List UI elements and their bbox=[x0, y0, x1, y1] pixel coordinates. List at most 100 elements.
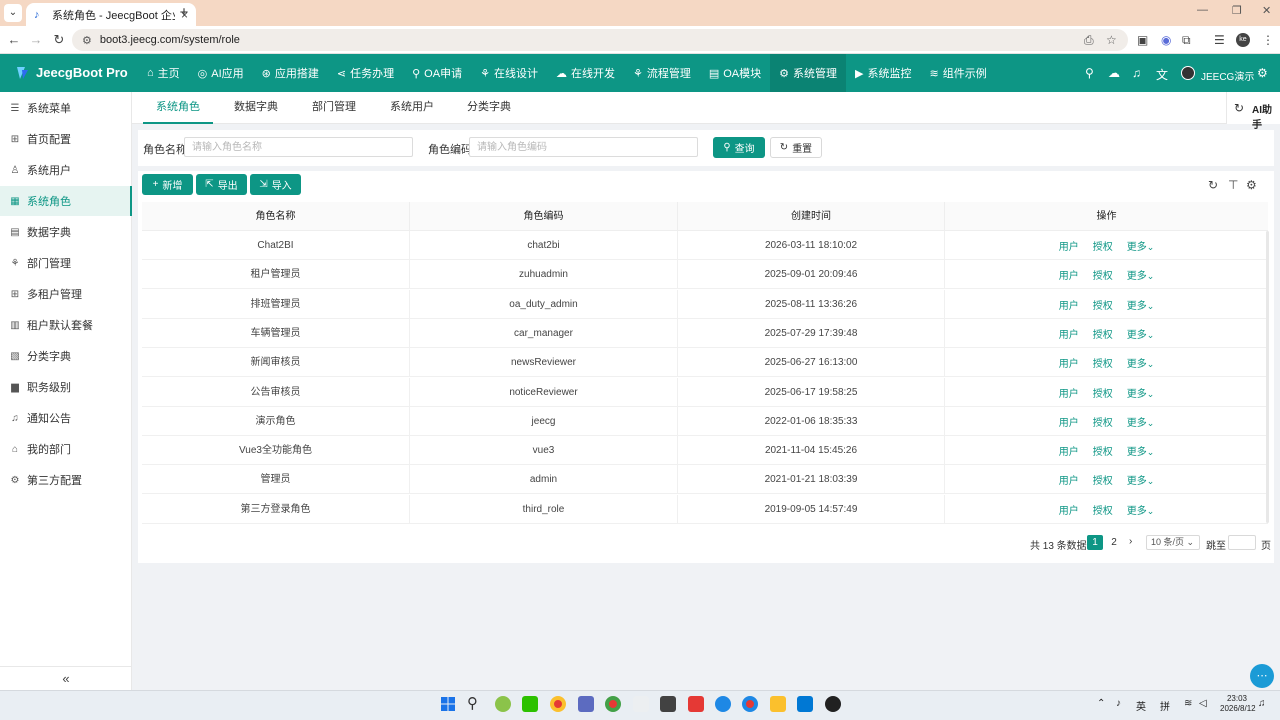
sidebar-item-home-config[interactable]: ⊞ 首页配置 bbox=[0, 124, 132, 154]
chrome-icon[interactable] bbox=[550, 696, 566, 712]
topnav-app-build[interactable]: ⊛ 应用搭建 bbox=[253, 54, 328, 92]
import-button[interactable]: ⇲ 导入 bbox=[250, 174, 301, 195]
address-bar[interactable]: ⚙ boot3.jeecg.com/system/role ⎙ ☆ bbox=[72, 29, 1128, 51]
bookmark-star-icon[interactable]: ☆ bbox=[1106, 33, 1117, 47]
upload-cloud-icon[interactable]: ☁ bbox=[1108, 66, 1120, 80]
table-scrollbar[interactable] bbox=[1266, 231, 1269, 523]
minimize-icon[interactable]: — bbox=[1197, 4, 1208, 16]
goto-page-input[interactable] bbox=[1228, 535, 1256, 550]
sidebar-item-dict[interactable]: ▤ 数据字典 bbox=[0, 217, 132, 247]
sidebar-item-third-party[interactable]: ⚙ 第三方配置 bbox=[0, 465, 132, 495]
tab-data-dict[interactable]: 数据字典 bbox=[234, 92, 278, 124]
ime-indicator[interactable]: 拼 bbox=[1160, 698, 1170, 713]
role-code-input[interactable] bbox=[469, 137, 698, 157]
install-app-icon[interactable]: ⎙ bbox=[1084, 33, 1094, 48]
more-dropdown[interactable]: 更多⌄ bbox=[1127, 502, 1155, 517]
site-info-icon[interactable]: ⚙ bbox=[82, 34, 92, 47]
add-button[interactable]: + 新增 bbox=[142, 174, 193, 195]
bell-icon[interactable]: ♫ bbox=[1132, 66, 1141, 80]
refresh-tab-icon[interactable]: ↻ bbox=[1234, 101, 1244, 115]
authorize-link[interactable]: 授权 bbox=[1093, 472, 1113, 487]
column-role-code[interactable]: 角色编码 bbox=[410, 202, 678, 231]
authorize-link[interactable]: 授权 bbox=[1093, 297, 1113, 312]
more-dropdown[interactable]: 更多⌄ bbox=[1127, 267, 1155, 282]
new-tab-button[interactable]: + bbox=[175, 4, 193, 22]
more-dropdown[interactable]: 更多⌄ bbox=[1127, 472, 1155, 487]
tray-chevron-icon[interactable]: ⌃ bbox=[1097, 698, 1105, 709]
taskbar-app-icon[interactable] bbox=[660, 696, 676, 712]
authorize-link[interactable]: 授权 bbox=[1093, 238, 1113, 253]
taskbar-app-icon[interactable] bbox=[633, 696, 649, 712]
authorize-link[interactable]: 授权 bbox=[1093, 385, 1113, 400]
topnav-oa-apply[interactable]: ⚲ OA申请 bbox=[403, 54, 471, 92]
search-icon[interactable]: ⚲ bbox=[1085, 66, 1094, 80]
tab-search-button[interactable]: ⌄ bbox=[4, 4, 22, 22]
next-page-icon[interactable]: › bbox=[1129, 536, 1132, 547]
sidebar-item-dept[interactable]: ⚘ 部门管理 bbox=[0, 248, 132, 278]
authorize-link[interactable]: 授权 bbox=[1093, 443, 1113, 458]
chrome-icon[interactable] bbox=[605, 696, 621, 712]
user-avatar[interactable] bbox=[1181, 66, 1195, 80]
more-dropdown[interactable]: 更多⌄ bbox=[1127, 443, 1155, 458]
topnav-monitor[interactable]: ▶ 系统监控 bbox=[846, 54, 920, 92]
column-role-name[interactable]: 角色名称 bbox=[142, 202, 410, 231]
extensions-puzzle-icon[interactable]: ⧉ bbox=[1182, 33, 1191, 48]
authorize-link[interactable]: 授权 bbox=[1093, 355, 1113, 370]
tab-dept[interactable]: 部门管理 bbox=[312, 92, 356, 124]
tab-system-role[interactable]: 系统角色 bbox=[143, 92, 213, 124]
extension-icon[interactable]: ◉ bbox=[1161, 33, 1171, 47]
user-link[interactable]: 用户 bbox=[1059, 326, 1079, 341]
reload-icon[interactable]: ↻ bbox=[51, 32, 67, 48]
topnav-components[interactable]: ≋ 组件示例 bbox=[920, 54, 995, 92]
user-link[interactable]: 用户 bbox=[1059, 414, 1079, 429]
back-icon[interactable]: ← bbox=[6, 32, 22, 47]
more-dropdown[interactable]: 更多⌄ bbox=[1127, 414, 1155, 429]
more-dropdown[interactable]: 更多⌄ bbox=[1127, 297, 1155, 312]
topnav-oa-module[interactable]: ▤ OA模块 bbox=[700, 54, 770, 92]
authorize-link[interactable]: 授权 bbox=[1093, 502, 1113, 517]
page-2-button[interactable]: 2 bbox=[1106, 535, 1122, 550]
more-dropdown[interactable]: 更多⌄ bbox=[1127, 355, 1155, 370]
user-link[interactable]: 用户 bbox=[1059, 355, 1079, 370]
topnav-online-design[interactable]: ⚘ 在线设计 bbox=[471, 54, 547, 92]
sidebar-item-menu[interactable]: ☰ 系统菜单 bbox=[0, 93, 132, 123]
taskbar-app-icon[interactable] bbox=[495, 696, 511, 712]
extension-icon[interactable]: ▣ bbox=[1137, 33, 1148, 47]
table-refresh-icon[interactable]: ↻ bbox=[1208, 178, 1218, 192]
sidebar-item-category[interactable]: ▧ 分类字典 bbox=[0, 341, 132, 371]
taskbar-app-icon[interactable] bbox=[715, 696, 731, 712]
close-window-icon[interactable]: ✕ bbox=[1262, 4, 1271, 17]
taskbar-app-icon[interactable] bbox=[825, 696, 841, 712]
authorize-link[interactable]: 授权 bbox=[1093, 267, 1113, 282]
authorize-link[interactable]: 授权 bbox=[1093, 414, 1113, 429]
language-icon[interactable]: 文 bbox=[1156, 66, 1168, 83]
browser-menu-icon[interactable]: ⋮ bbox=[1262, 33, 1274, 47]
more-dropdown[interactable]: 更多⌄ bbox=[1127, 385, 1155, 400]
user-link[interactable]: 用户 bbox=[1059, 297, 1079, 312]
role-name-input[interactable] bbox=[184, 137, 413, 157]
wifi-icon[interactable]: ≋ bbox=[1184, 698, 1192, 709]
more-dropdown[interactable]: 更多⌄ bbox=[1127, 238, 1155, 253]
chat-bubble-icon[interactable]: ⋯ bbox=[1250, 664, 1274, 688]
sidebar-item-users[interactable]: ♙ 系统用户 bbox=[0, 155, 132, 185]
more-dropdown[interactable]: 更多⌄ bbox=[1127, 326, 1155, 341]
chrome-icon[interactable] bbox=[742, 696, 758, 712]
sidebar-item-tenant[interactable]: ⊞ 多租户管理 bbox=[0, 279, 132, 309]
lang-indicator[interactable]: 英 bbox=[1136, 698, 1146, 713]
notification-bell-icon[interactable]: ♫ bbox=[1258, 698, 1266, 709]
topnav-system[interactable]: ⚙ 系统管理 bbox=[770, 54, 847, 92]
query-button[interactable]: ⚲ 查询 bbox=[713, 137, 765, 158]
microphone-icon[interactable]: ♪ bbox=[1116, 698, 1121, 709]
topnav-home[interactable]: ⌂ 主页 bbox=[138, 54, 189, 92]
tab-system-user[interactable]: 系统用户 bbox=[390, 92, 434, 124]
user-link[interactable]: 用户 bbox=[1059, 267, 1079, 282]
column-create-time[interactable]: 创建时间 bbox=[678, 202, 945, 231]
tab-search-icon[interactable]: ☰ bbox=[1214, 33, 1225, 47]
windows-start-icon[interactable] bbox=[440, 696, 456, 712]
taskbar-app-icon[interactable] bbox=[578, 696, 594, 712]
settings-gear-icon[interactable]: ⚙ bbox=[1257, 66, 1268, 80]
file-explorer-icon[interactable] bbox=[770, 696, 786, 712]
user-link[interactable]: 用户 bbox=[1059, 385, 1079, 400]
authorize-link[interactable]: 授权 bbox=[1093, 326, 1113, 341]
sidebar-collapse-button[interactable]: « bbox=[0, 666, 132, 690]
